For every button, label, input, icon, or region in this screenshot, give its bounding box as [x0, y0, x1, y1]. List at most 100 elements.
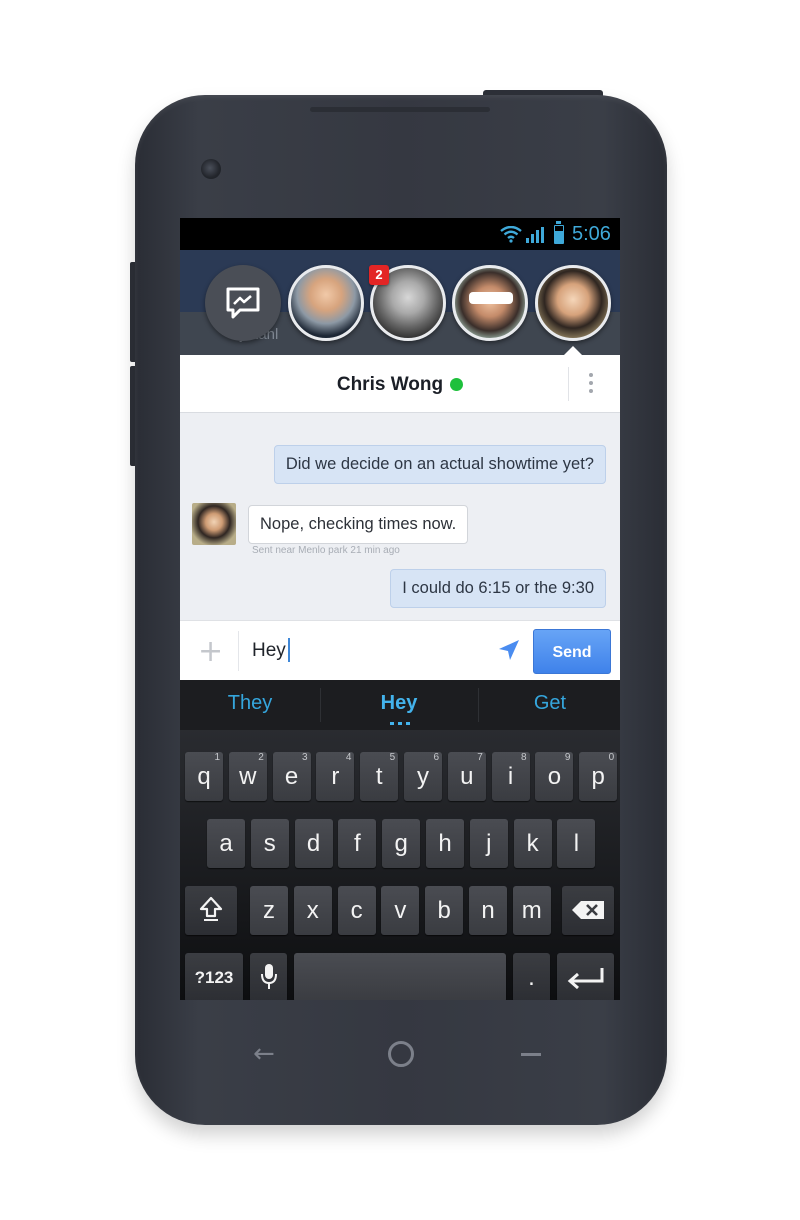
key-u[interactable]: u7 [447, 752, 486, 801]
key-label: i [507, 763, 514, 790]
key-c[interactable]: c [337, 886, 376, 935]
shift-key[interactable] [185, 886, 237, 935]
key-e[interactable]: e3 [272, 752, 311, 801]
key-label: n [481, 897, 495, 924]
suggestion-divider [478, 688, 479, 722]
key-hint: 8 [521, 752, 527, 763]
keyboard: They Hey Get q1w2e3r4t5y6u7i8o9p0 asdfgh… [180, 680, 620, 1000]
key-l[interactable]: l [557, 819, 596, 868]
key-d[interactable]: d [294, 819, 333, 868]
chat-head-avatar[interactable] [452, 265, 528, 341]
key-s[interactable]: s [250, 819, 289, 868]
key-hint: 1 [214, 752, 220, 763]
key-p[interactable]: p0 [579, 752, 618, 801]
key-o[interactable]: o9 [535, 752, 574, 801]
composer-divider [238, 631, 239, 671]
key-i[interactable]: i8 [491, 752, 530, 801]
key-label: e [284, 763, 299, 790]
key-m[interactable]: m [512, 886, 551, 935]
unread-badge: 2 [369, 265, 389, 285]
battery-icon [554, 221, 564, 244]
space-key[interactable] [294, 953, 506, 1000]
chat-header: Chris Wong [180, 355, 620, 413]
symbols-key[interactable]: ?123 [185, 953, 243, 1000]
key-label: g [394, 830, 408, 857]
suggestion-item-selected[interactable]: Hey [339, 692, 459, 715]
front-camera [201, 159, 221, 179]
location-icon[interactable] [497, 638, 521, 662]
sunglasses [469, 292, 513, 304]
messenger-chat-head[interactable] [205, 265, 281, 341]
suggestion-item[interactable]: They [190, 692, 310, 715]
key-z[interactable]: z [250, 886, 288, 935]
key-a[interactable]: a [207, 819, 245, 868]
key-v[interactable]: v [381, 886, 420, 935]
message-bubble-incoming: Nope, checking times now. [248, 505, 469, 544]
key-b[interactable]: b [425, 886, 464, 935]
chat-head-avatar-active[interactable] [535, 265, 611, 341]
message-bubble-outgoing: Did we decide on an actual showtime yet? [273, 445, 606, 484]
key-f[interactable]: f [338, 819, 377, 868]
mic-key[interactable] [250, 953, 287, 1000]
phone-screen: 5:06 j i s t a h l 2 Chris Wong Did we decide … [180, 218, 620, 1000]
messenger-icon [226, 287, 260, 319]
key-x[interactable]: x [293, 886, 332, 935]
contact-avatar[interactable] [192, 503, 236, 545]
header-divider [568, 367, 569, 401]
key-label: u [460, 763, 474, 790]
online-status-indicator [450, 378, 463, 391]
contact-name[interactable]: Chris Wong [180, 374, 600, 396]
status-time: 5:06 [572, 223, 611, 245]
key-label: t [375, 763, 383, 790]
mic-icon [260, 964, 277, 989]
backspace-key[interactable] [562, 886, 614, 935]
key-n[interactable]: n [469, 886, 507, 935]
key-label: c [350, 897, 363, 924]
key-label: a [219, 830, 233, 857]
send-button[interactable]: Send [533, 629, 611, 674]
key-label: v [394, 897, 407, 924]
signal-icon [526, 227, 544, 243]
key-hint: 6 [433, 752, 439, 763]
message-bubble-outgoing: I could do 6:15 or the 9:30 [390, 569, 606, 608]
key-label: b [437, 897, 451, 924]
back-icon[interactable]: ← [253, 1039, 275, 1069]
key-t[interactable]: t5 [360, 752, 399, 801]
key-g[interactable]: g [382, 819, 421, 868]
key-k[interactable]: k [513, 819, 552, 868]
plus-icon[interactable]: + [198, 634, 223, 669]
more-icon[interactable] [589, 373, 594, 397]
key-label: o [547, 763, 562, 790]
suggestion-more-dots [390, 722, 412, 725]
key-hint: 0 [608, 752, 615, 763]
period-key[interactable]: . [513, 953, 550, 1000]
key-hint: 9 [564, 752, 571, 763]
key-label: s [263, 830, 276, 857]
message-input[interactable]: Hey [252, 640, 286, 662]
suggestion-item[interactable]: Get [490, 692, 610, 715]
key-hint: 3 [302, 752, 308, 763]
key-j[interactable]: j [469, 819, 508, 868]
key-label: z [263, 897, 275, 924]
key-h[interactable]: h [426, 819, 464, 868]
key-label: x [306, 897, 319, 924]
key-label: r [331, 763, 340, 790]
home-icon[interactable] [388, 1041, 414, 1067]
key-hint: 7 [477, 752, 483, 763]
recent-apps-icon[interactable] [521, 1053, 541, 1056]
enter-key[interactable] [557, 953, 614, 1000]
key-hint: 5 [389, 752, 396, 763]
wifi-icon [500, 226, 522, 243]
key-r[interactable]: r4 [316, 752, 355, 801]
key-label: p [591, 763, 605, 790]
key-q[interactable]: q1 [185, 752, 223, 801]
key-label: l [573, 830, 580, 857]
key-y[interactable]: y6 [404, 752, 442, 801]
key-w[interactable]: w2 [228, 752, 267, 801]
key-label: d [306, 830, 321, 857]
key-label: k [526, 830, 539, 857]
key-label: w [239, 763, 257, 790]
key-label: q [197, 763, 211, 790]
message-meta: Sent near Menlo park 21 min ago [252, 545, 400, 556]
chat-head-avatar[interactable] [288, 265, 364, 341]
